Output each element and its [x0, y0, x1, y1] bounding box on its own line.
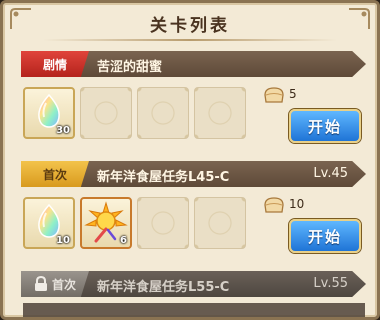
empty-reward-slot [137, 87, 189, 139]
bread-icon [264, 87, 284, 103]
reward-slot[interactable]: 6 [80, 197, 132, 249]
stage-reward-row-1: 30 5 开始 [23, 85, 365, 145]
stamina-cost: 5 [259, 87, 329, 103]
story-tag: 剧情 [21, 51, 89, 77]
first-clear-tag-label: 首次 [51, 277, 76, 292]
empty-reward-slot [194, 197, 246, 249]
reward-slot[interactable]: 30 [23, 87, 75, 139]
reward-quantity: 10 [56, 235, 70, 246]
stage-name: 新年洋食屋任务L55-C [97, 280, 230, 295]
stamina-cost-value: 10 [289, 197, 305, 211]
empty-reward-slot [137, 197, 189, 249]
locked-row-shade [23, 303, 365, 317]
stamina-cost-value: 5 [289, 87, 297, 101]
stage-reward-row-2: 10 6 10 开始 [23, 195, 365, 255]
title-divider [43, 39, 337, 41]
reward-slot[interactable]: 10 [23, 197, 75, 249]
empty-reward-slot [194, 87, 246, 139]
page-title: 关卡列表 [150, 16, 230, 36]
start-button[interactable]: 开始 [289, 219, 361, 253]
lock-icon [34, 276, 47, 291]
empty-reward-slot [80, 87, 132, 139]
first-clear-tag: 首次 [21, 271, 89, 297]
stage-level: Lv.55 [313, 276, 348, 291]
stage-list-panel: 关卡列表 剧情 苦涩的甜蜜 30 5 开始 首次 新年洋食屋任务L45-C Lv… [0, 0, 380, 320]
reward-quantity: 30 [56, 125, 70, 136]
stage-header-3-locked: 首次 新年洋食屋任务L55-C Lv.55 [21, 271, 366, 297]
stage-header-2[interactable]: 首次 新年洋食屋任务L45-C Lv.45 [21, 161, 366, 187]
bread-icon [264, 197, 284, 213]
reward-quantity: 6 [120, 235, 127, 246]
title-bar: 关卡列表 [3, 3, 377, 45]
stage-header-1[interactable]: 剧情 苦涩的甜蜜 [21, 51, 366, 77]
start-button[interactable]: 开始 [289, 109, 361, 143]
stage-name: 新年洋食屋任务L45-C [97, 170, 230, 185]
stamina-cost: 10 [259, 197, 329, 213]
corner-ornament-icon [349, 8, 370, 29]
stage-level: Lv.45 [313, 166, 348, 181]
stage-name: 苦涩的甜蜜 [97, 60, 163, 75]
first-clear-tag: 首次 [21, 161, 89, 187]
